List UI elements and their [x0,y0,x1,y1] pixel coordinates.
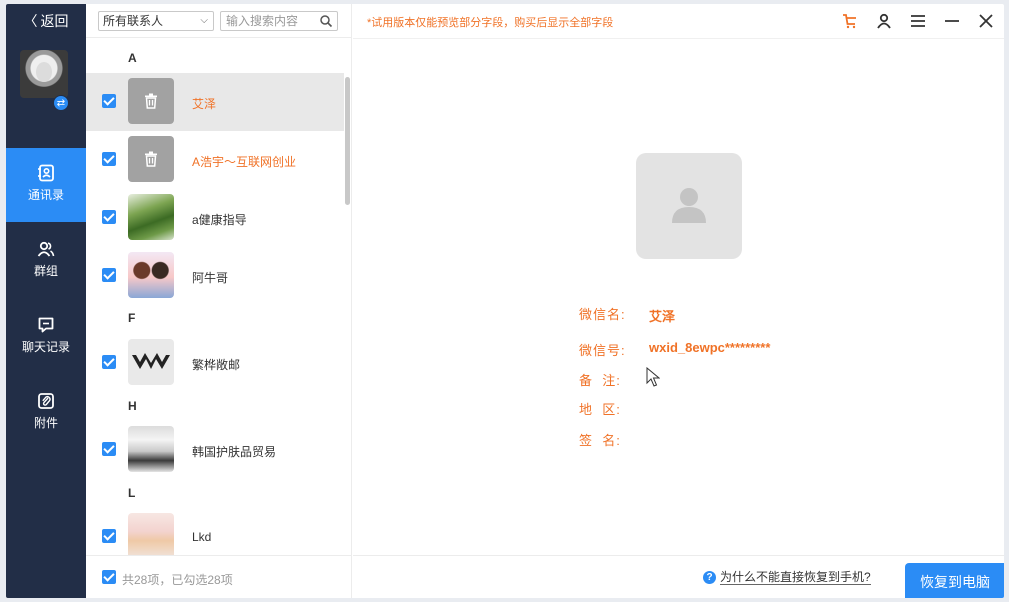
contact-checkbox[interactable] [102,442,116,456]
left-nav: 〈 返回 ⇄ 通讯录 群组 聊天记录 附件 [6,4,86,598]
contact-avatar [128,194,174,240]
contact-avatar [128,426,174,472]
list-item[interactable]: A浩宇～互联网创业 [86,131,344,189]
group-header-l: L [128,486,136,500]
wechat-name-label: 微信名: [579,307,626,322]
search-box [220,11,338,31]
contact-detail-panel: *试用版本仅能预览部分字段，购买后显示全部字段 微信名: 艾泽 微信号: wxi… [353,4,1004,598]
deleted-contact-avatar [128,136,174,182]
list-item[interactable]: 艾泽 [86,73,344,131]
nav-item-groups[interactable]: 群组 [6,224,86,298]
wechat-id-label: 微信号: [579,343,626,358]
attachment-icon [38,393,54,409]
chevron-left-icon: 〈 [23,13,38,29]
remark-label: 备 注: [579,373,621,388]
list-item[interactable]: 韩国护肤品贸易 [86,421,344,479]
contact-avatar [128,513,174,555]
contact-filter-select[interactable]: 所有联系人 ⌵ [98,11,214,31]
contact-filter-value: 所有联系人 [103,14,164,28]
chat-icon [38,317,54,333]
profile-avatar-placeholder [636,153,742,259]
selection-count: 共28项，已勾选28项 [122,573,233,587]
avatar-face [36,62,52,82]
trash-icon [145,151,157,167]
contact-avatar [128,339,174,385]
contact-checkbox[interactable] [102,94,116,108]
user-icon [877,13,891,29]
app-window: 〈 返回 ⇄ 通讯录 群组 聊天记录 附件 所有联系人 ⌵ 输入搜索内容 A 艾… [6,4,1004,598]
menu-icon [911,15,925,27]
deleted-contact-avatar [128,78,174,124]
list-toolbar: 所有联系人 ⌵ [86,4,352,38]
restore-to-computer-button[interactable]: 恢复到电脑 [905,563,1004,598]
logo-w-icon [132,353,170,369]
group-icon [37,241,55,257]
contact-name: a健康指导 [192,213,247,227]
switch-account-icon[interactable]: ⇄ [53,95,69,111]
nav-item-attachments[interactable]: 附件 [6,376,86,450]
contact-checkbox[interactable] [102,355,116,369]
contact-list: A 艾泽 A浩宇～互联网创业 a健康指导 阿牛哥 F 繁桦敞邮 H 韩国护肤品贸… [86,39,352,555]
cart-icon [843,14,856,29]
list-item[interactable]: Lkd [86,508,344,555]
contact-name: 韩国护肤品贸易 [192,445,277,459]
nav-item-chat-history[interactable]: 聊天记录 [6,300,86,374]
contact-checkbox[interactable] [102,268,116,282]
cart-button[interactable] [840,11,860,31]
signature-label: 签 名: [579,433,621,448]
nav-label-attachments: 附件 [33,416,58,430]
group-header-h: H [128,399,137,413]
help-link[interactable]: ? 为什么不能直接恢复到手机? [703,570,871,585]
nav-item-contacts[interactable]: 通讯录 [6,148,86,222]
trash-icon [145,93,157,109]
mouse-cursor-icon [646,367,660,387]
group-header-a: A [128,51,137,65]
select-all-checkbox[interactable] [102,570,116,584]
contact-checkbox[interactable] [102,152,116,166]
search-icon[interactable] [319,14,333,28]
contact-name: 阿牛哥 [192,271,229,285]
region-label: 地 区: [579,402,621,417]
chevron-down-icon: ⌵ [200,15,208,26]
back-button[interactable]: 〈 返回 [6,4,86,38]
contact-name: Lkd [192,530,212,544]
menu-button[interactable] [908,11,928,31]
contact-list-panel: 所有联系人 ⌵ A [86,4,352,598]
window-controls [840,11,996,31]
wechat-id-value: wxid_8ewpc********* [649,340,771,355]
selection-footer: 共28项，已勾选28项 [86,555,352,598]
trial-notice: *试用版本仅能预览部分字段，购买后显示全部字段 [367,17,614,29]
wechat-name-value: 艾泽 [649,309,676,324]
minimize-button[interactable] [942,11,962,31]
search-input[interactable] [221,12,313,30]
close-button[interactable] [976,11,996,31]
help-link-text: 为什么不能直接恢复到手机? [720,570,871,585]
group-header-f: F [128,311,136,325]
close-icon [979,14,993,28]
nav-label-chat-history: 聊天记录 [21,340,70,354]
user-avatar[interactable] [20,50,68,98]
question-icon: ? [703,571,716,584]
contact-checkbox[interactable] [102,529,116,543]
contacts-icon [38,164,54,182]
nav-label-groups: 群组 [33,264,58,278]
account-button[interactable] [874,11,894,31]
list-scrollbar[interactable] [345,77,350,205]
back-label: 返回 [40,13,69,29]
list-item[interactable]: a健康指导 [86,189,344,247]
contact-name: 繁桦敞邮 [192,358,241,372]
minimize-icon [945,20,959,22]
action-footer: ? 为什么不能直接恢复到手机? 恢复到电脑 [353,555,1004,598]
nav-label-contacts: 通讯录 [27,188,64,202]
contact-name: 艾泽 [192,97,217,111]
user-placeholder-icon [672,188,706,223]
list-item[interactable]: 繁桦敞邮 [86,334,344,392]
list-item[interactable]: 阿牛哥 [86,247,344,305]
divider [353,38,1004,39]
contact-name: A浩宇～互联网创业 [192,155,297,169]
contact-checkbox[interactable] [102,210,116,224]
contact-avatar [128,252,174,298]
